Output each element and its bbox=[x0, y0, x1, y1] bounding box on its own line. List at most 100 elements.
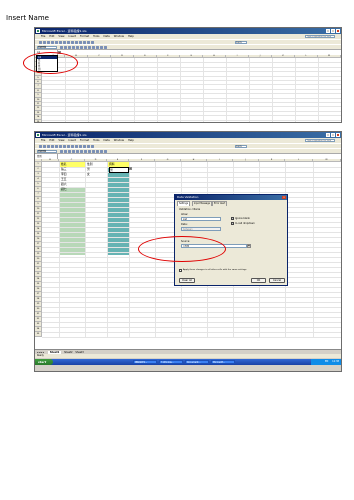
grid-line bbox=[272, 58, 273, 122]
in-cell-dropdown-checkbox[interactable]: ✓ bbox=[231, 222, 234, 225]
start-button[interactable]: start bbox=[35, 359, 53, 365]
header-cell-name[interactable]: 姓名 bbox=[61, 162, 67, 166]
excel-icon bbox=[36, 133, 40, 137]
taskbar-item[interactable]: Document... bbox=[185, 360, 209, 364]
grid-line bbox=[42, 332, 341, 333]
table-cell[interactable]: 錢七 bbox=[61, 187, 67, 191]
table-cell[interactable]: 男 bbox=[87, 167, 90, 171]
allow-label: Allow: bbox=[181, 213, 189, 216]
apply-all-checkbox[interactable] bbox=[179, 269, 182, 272]
grid-line bbox=[42, 302, 341, 303]
help-search-input[interactable]: Type a question for help bbox=[305, 35, 335, 38]
ignore-blank-label: Ignore blank bbox=[235, 217, 250, 220]
grid-line bbox=[42, 312, 341, 313]
grid-line bbox=[42, 177, 341, 178]
table-cell-selected[interactable]: 男 bbox=[109, 167, 129, 173]
name-box-highlight-ring bbox=[23, 52, 78, 74]
table-cell[interactable]: 女 bbox=[87, 172, 90, 176]
col-header[interactable]: I bbox=[207, 159, 233, 162]
language-indicator[interactable]: EN bbox=[325, 360, 328, 363]
col-header[interactable]: K bbox=[259, 159, 285, 162]
minimize-button[interactable] bbox=[326, 133, 330, 137]
criteria-label: Validation criteria bbox=[179, 208, 201, 211]
window-title: Microsoft Excel - 資料驗證1.xls bbox=[42, 133, 87, 137]
clock: 12:38 bbox=[332, 360, 339, 363]
page-heading: Insert Name bbox=[6, 14, 49, 22]
col-header[interactable]: C bbox=[88, 55, 111, 58]
close-button[interactable] bbox=[336, 29, 340, 33]
taskbar-item[interactable]: 資料驗證1... bbox=[133, 360, 157, 364]
tab-settings[interactable]: Settings bbox=[177, 201, 190, 206]
grid-line bbox=[42, 307, 341, 308]
col-header[interactable]: F bbox=[129, 159, 155, 162]
minimize-button[interactable] bbox=[326, 29, 330, 33]
status-bar: Ready bbox=[35, 354, 341, 358]
col-header[interactable]: L bbox=[295, 55, 318, 58]
window-controls bbox=[326, 133, 340, 137]
data-select[interactable]: between bbox=[181, 227, 221, 231]
col-header[interactable]: L bbox=[285, 159, 313, 162]
ignore-blank-checkbox[interactable]: ✓ bbox=[231, 217, 234, 220]
grid-line bbox=[134, 58, 135, 122]
grid-line bbox=[42, 97, 341, 99]
table-cell[interactable]: 李四 bbox=[61, 172, 67, 176]
allow-select[interactable]: List bbox=[181, 217, 221, 221]
clear-all-button[interactable]: Clear All bbox=[179, 278, 195, 283]
taskbar-item[interactable]: Microsoft... bbox=[211, 360, 235, 364]
grid-line bbox=[42, 317, 341, 318]
dialog-close-icon[interactable]: × bbox=[282, 196, 286, 199]
col-header[interactable]: J bbox=[233, 159, 259, 162]
grid-line bbox=[295, 58, 296, 122]
grid-line bbox=[42, 322, 341, 323]
col-header[interactable]: H bbox=[203, 55, 226, 58]
col-header[interactable]: G bbox=[180, 55, 203, 58]
grid-line bbox=[203, 58, 204, 122]
grid-line bbox=[42, 102, 341, 103]
window-title: Microsoft Excel - 資料驗證1.xls bbox=[42, 29, 87, 33]
header-cell-data[interactable]: 資料 bbox=[109, 162, 115, 166]
row-header[interactable]: 15 bbox=[35, 119, 42, 122]
col-header[interactable]: E bbox=[134, 55, 157, 58]
grid-line bbox=[42, 115, 341, 117]
col-header[interactable]: D bbox=[111, 55, 134, 58]
grid-line bbox=[42, 292, 341, 293]
col-header[interactable]: F bbox=[157, 55, 180, 58]
tab-input-message[interactable]: Input Message bbox=[192, 201, 212, 206]
maximize-button[interactable] bbox=[331, 29, 335, 33]
col-header[interactable]: G bbox=[155, 159, 181, 162]
tab-error-alert[interactable]: Error Alert bbox=[212, 201, 228, 206]
header-cell-gender[interactable]: 性別 bbox=[87, 162, 93, 166]
col-header[interactable]: I bbox=[226, 55, 249, 58]
grid-line bbox=[42, 62, 341, 64]
col-header[interactable]: J bbox=[249, 55, 272, 58]
maximize-button[interactable] bbox=[331, 133, 335, 137]
col-header[interactable]: H bbox=[181, 159, 207, 162]
grid-line bbox=[42, 187, 341, 188]
table-cell[interactable]: 趙六 bbox=[61, 182, 67, 186]
grid-line bbox=[313, 162, 314, 337]
in-cell-dropdown-icon[interactable]: ▾ bbox=[129, 167, 132, 170]
grid-line bbox=[42, 327, 341, 328]
collapse-dialog-icon[interactable]: ▪ bbox=[247, 244, 251, 248]
grid-line bbox=[249, 58, 250, 122]
table-cell[interactable]: 張三 bbox=[61, 167, 67, 171]
help-search-input[interactable]: Type a question for help bbox=[305, 139, 335, 142]
col-header[interactable]: K bbox=[272, 55, 295, 58]
col-header[interactable]: B bbox=[42, 159, 59, 162]
grid-line bbox=[42, 66, 341, 68]
col-header[interactable]: M bbox=[318, 55, 341, 58]
table-cell[interactable]: 王五 bbox=[61, 177, 67, 181]
cancel-button[interactable]: Cancel bbox=[269, 278, 285, 283]
col-header[interactable]: M bbox=[313, 159, 341, 162]
ok-button[interactable]: OK bbox=[251, 278, 266, 283]
grid-line bbox=[42, 182, 341, 183]
grid-line bbox=[318, 58, 319, 122]
grid-line bbox=[42, 297, 341, 298]
close-button[interactable] bbox=[336, 133, 340, 137]
row-header[interactable]: 35 bbox=[35, 332, 42, 337]
grid-line bbox=[42, 119, 341, 121]
grid-line bbox=[42, 71, 341, 73]
grid-line bbox=[42, 110, 341, 112]
grid-line bbox=[42, 192, 341, 193]
taskbar-item[interactable]: 3 Window... bbox=[159, 360, 183, 364]
